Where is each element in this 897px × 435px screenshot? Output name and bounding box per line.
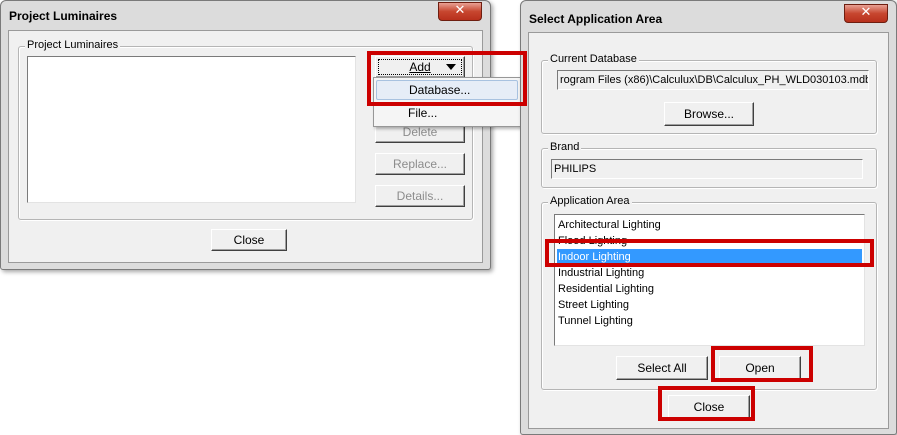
group-label: Project Luminaires: [25, 39, 121, 51]
open-button-label: Open: [745, 361, 775, 375]
details-button-label: Details...: [396, 189, 444, 203]
menu-item-file[interactable]: File...: [376, 103, 518, 123]
client-area: Project Luminaires Add Delete Replace...…: [8, 30, 483, 263]
brand-label: Brand: [548, 141, 582, 153]
close-button-label: Close: [693, 400, 725, 414]
close-button[interactable]: Close: [211, 229, 287, 251]
current-database-field: rogram Files (x86)\Calculux\DB\Calculux_…: [557, 70, 869, 90]
list-item-selected[interactable]: Indoor Lighting: [557, 249, 862, 265]
current-database-label: Current Database: [548, 53, 639, 65]
details-button[interactable]: Details...: [375, 185, 465, 207]
application-area-label: Application Area: [548, 195, 632, 207]
select-all-button-label: Select All: [637, 361, 687, 375]
window-close-icon[interactable]: ✕: [438, 2, 482, 21]
list-item[interactable]: Residential Lighting: [557, 281, 862, 297]
delete-button-label: Delete: [402, 125, 438, 139]
list-item[interactable]: Architectural Lighting: [557, 217, 862, 233]
list-item[interactable]: Street Lighting: [557, 297, 862, 313]
select-application-area-window: Select Application Area ✕ Current Databa…: [520, 0, 897, 435]
menu-item-file-label: File...: [408, 106, 438, 120]
close-button[interactable]: Close: [668, 395, 750, 419]
window-close-icon[interactable]: ✕: [844, 4, 888, 23]
brand-value: PHILIPS: [554, 163, 597, 175]
add-button[interactable]: Add: [375, 56, 465, 78]
select-all-button[interactable]: Select All: [616, 356, 708, 380]
title-bar[interactable]: Select Application Area ✕: [521, 1, 896, 31]
list-item[interactable]: Flood Lighting: [557, 233, 862, 249]
browse-button-label: Browse...: [683, 107, 734, 121]
project-luminaires-list[interactable]: [27, 56, 356, 203]
replace-button-label: Replace...: [392, 157, 448, 171]
close-button-label: Close: [233, 233, 265, 247]
add-dropdown-menu: Database... File...: [373, 77, 521, 127]
application-area-list[interactable]: Architectural Lighting Flood Lighting In…: [554, 214, 865, 346]
replace-button[interactable]: Replace...: [375, 153, 465, 175]
window-title: Select Application Area: [529, 12, 663, 26]
client-area: Current Database rogram Files (x86)\Calc…: [528, 32, 889, 429]
dropdown-arrow-icon: [446, 64, 456, 70]
project-luminaires-window: Project Luminaires ✕ Project Luminaires …: [0, 0, 491, 270]
browse-button[interactable]: Browse...: [664, 102, 754, 126]
open-button[interactable]: Open: [719, 356, 801, 380]
menu-item-database-label: Database...: [409, 83, 471, 97]
current-database-value: rogram Files (x86)\Calculux\DB\Calculux_…: [560, 74, 869, 86]
brand-field: PHILIPS: [551, 159, 863, 179]
list-item[interactable]: Tunnel Lighting: [557, 313, 862, 329]
list-item[interactable]: Industrial Lighting: [557, 265, 862, 281]
add-button-label: Add: [409, 60, 431, 74]
title-bar[interactable]: Project Luminaires ✕: [1, 1, 490, 31]
window-title: Project Luminaires: [9, 9, 118, 23]
menu-item-database[interactable]: Database...: [376, 80, 518, 100]
